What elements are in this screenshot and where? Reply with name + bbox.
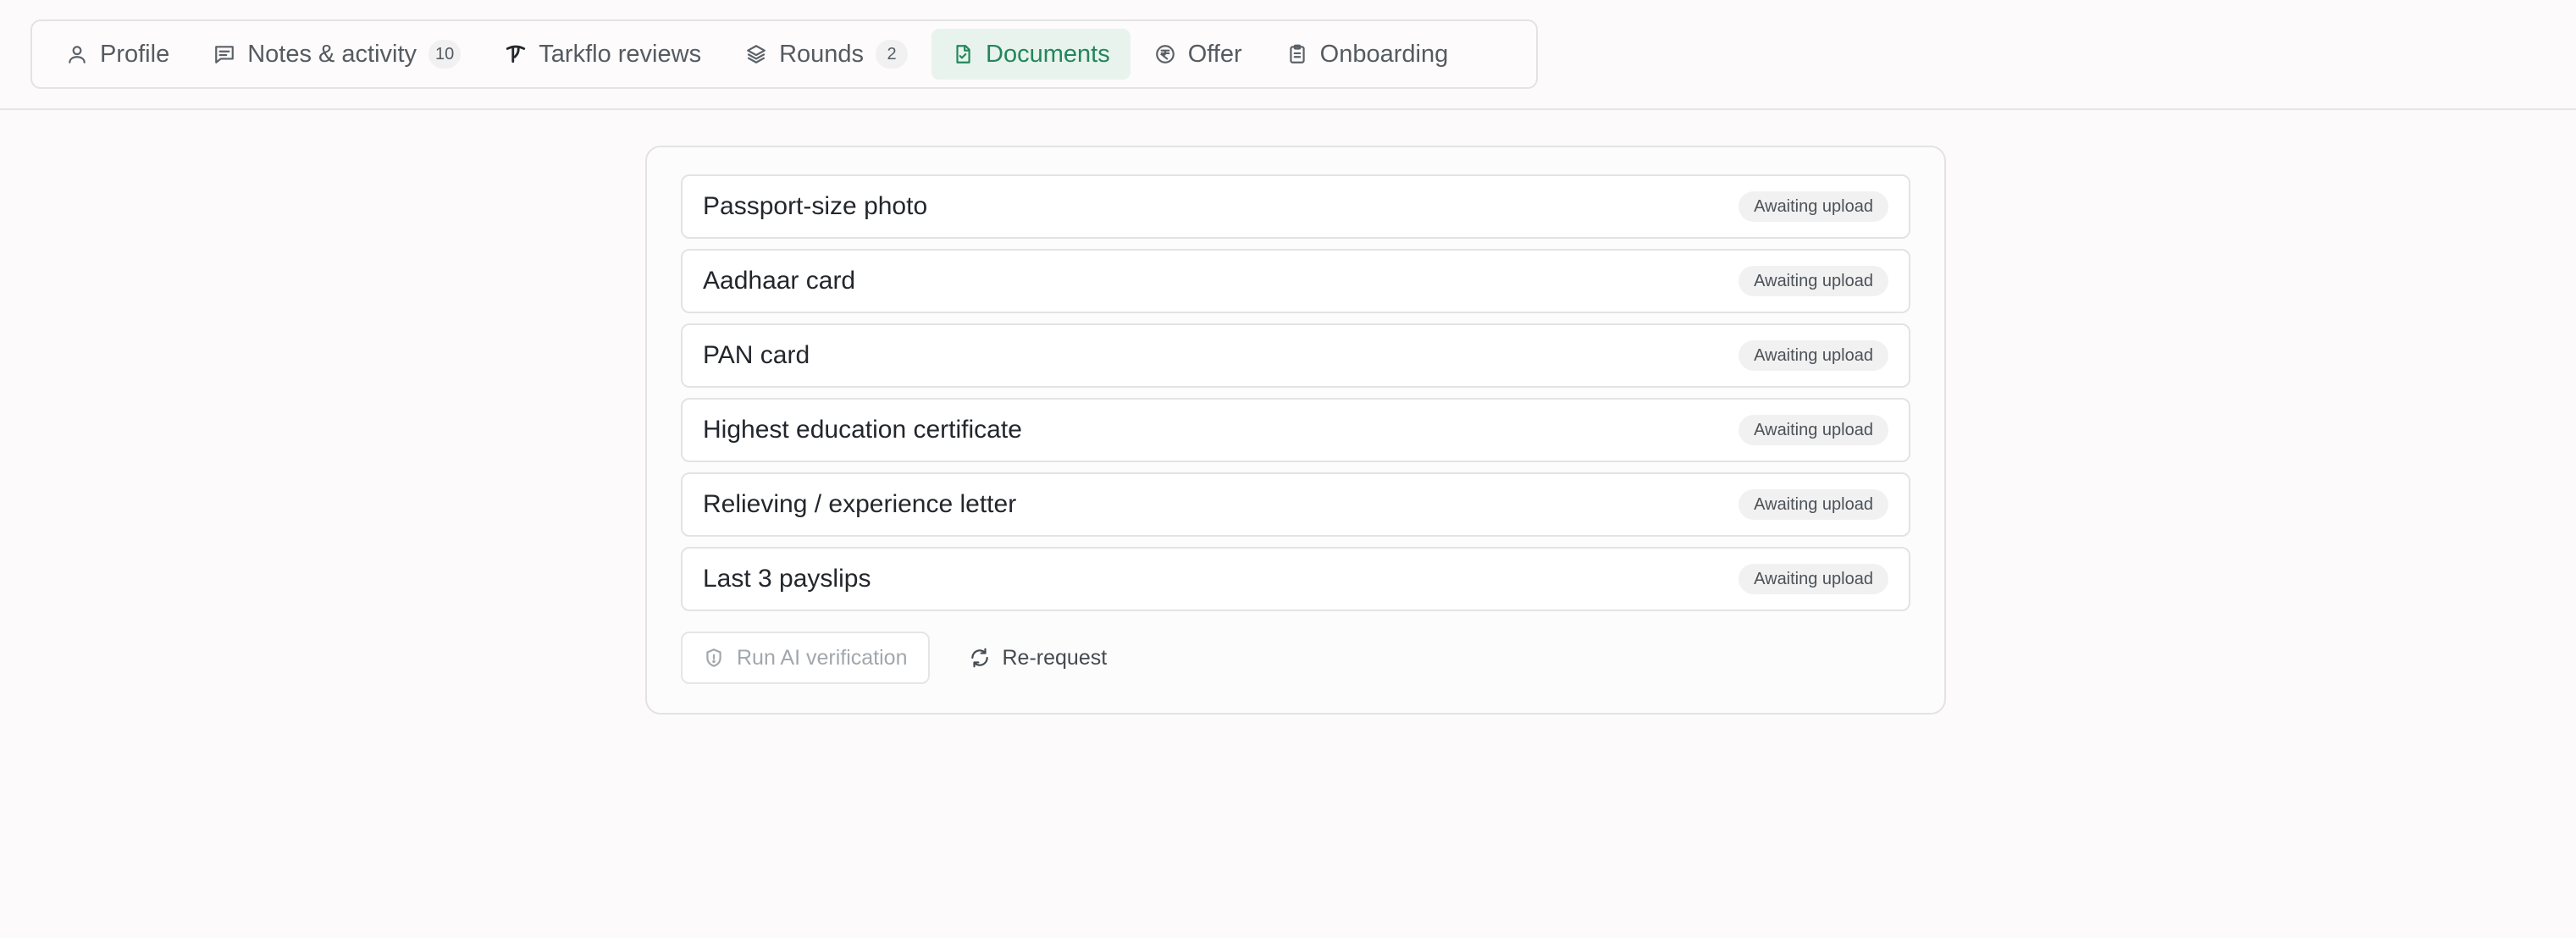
document-name: Passport-size photo — [703, 192, 928, 220]
document-row[interactable]: Relieving / experience letter Awaiting u… — [681, 472, 1910, 537]
tab-offer[interactable]: Offer — [1134, 29, 1263, 80]
rupee-circle-icon — [1154, 43, 1176, 65]
tab-label: Offer — [1187, 40, 1242, 68]
shield-icon — [703, 647, 725, 669]
tab-label: Profile — [100, 40, 170, 68]
button-label: Run AI verification — [737, 645, 908, 670]
tab-documents[interactable]: Documents — [931, 29, 1130, 80]
document-name: Aadhaar card — [703, 267, 856, 295]
person-icon — [66, 43, 88, 65]
tab-label: Tarkflo reviews — [539, 40, 702, 68]
documents-panel: Passport-size photo Awaiting upload Aadh… — [645, 146, 1946, 715]
count-badge: 10 — [428, 40, 462, 69]
status-badge: Awaiting upload — [1739, 489, 1888, 520]
tab-label: Rounds — [779, 40, 865, 68]
message-icon — [213, 43, 235, 65]
status-badge: Awaiting upload — [1739, 266, 1888, 296]
tab-label: Documents — [986, 40, 1110, 68]
count-badge: 2 — [876, 40, 909, 69]
document-name: PAN card — [703, 341, 810, 369]
document-row[interactable]: Highest education certificate Awaiting u… — [681, 398, 1910, 462]
document-row[interactable]: PAN card Awaiting upload — [681, 323, 1910, 388]
document-row[interactable]: Passport-size photo Awaiting upload — [681, 174, 1910, 239]
re-request-button[interactable]: Re-request — [948, 632, 1128, 684]
document-list: Passport-size photo Awaiting upload Aadh… — [681, 174, 1910, 621]
run-ai-verification-button[interactable]: Run AI verification — [681, 632, 930, 684]
status-badge: Awaiting upload — [1739, 340, 1888, 371]
refresh-icon — [969, 647, 991, 669]
document-name: Relieving / experience letter — [703, 490, 1017, 518]
tab-notes-activity[interactable]: Notes & activity 10 — [193, 29, 481, 80]
tarkflo-logo-icon — [505, 43, 527, 65]
document-actions: Run AI verification Re-request — [681, 632, 1127, 684]
tab-bar: Profile Notes & activity 10 Tarkflo revi… — [30, 19, 1538, 89]
top-bar: Profile Notes & activity 10 Tarkflo revi… — [0, 0, 2576, 110]
document-name: Last 3 payslips — [703, 565, 871, 593]
button-label: Re-request — [1002, 645, 1108, 670]
document-row[interactable]: Last 3 payslips Awaiting upload — [681, 547, 1910, 611]
tab-label: Notes & activity — [247, 40, 417, 68]
tab-rounds[interactable]: Rounds 2 — [725, 29, 928, 80]
clipboard-icon — [1286, 43, 1308, 65]
status-badge: Awaiting upload — [1739, 564, 1888, 594]
document-row[interactable]: Aadhaar card Awaiting upload — [681, 249, 1910, 313]
tab-tarkflo-reviews[interactable]: Tarkflo reviews — [484, 29, 721, 80]
document-name: Highest education certificate — [703, 416, 1022, 444]
status-badge: Awaiting upload — [1739, 415, 1888, 445]
tab-onboarding[interactable]: Onboarding — [1266, 29, 1469, 80]
tab-profile[interactable]: Profile — [46, 29, 190, 80]
status-badge: Awaiting upload — [1739, 191, 1888, 222]
document-check-icon — [952, 43, 974, 65]
layers-icon — [745, 43, 767, 65]
tab-label: Onboarding — [1319, 40, 1449, 68]
